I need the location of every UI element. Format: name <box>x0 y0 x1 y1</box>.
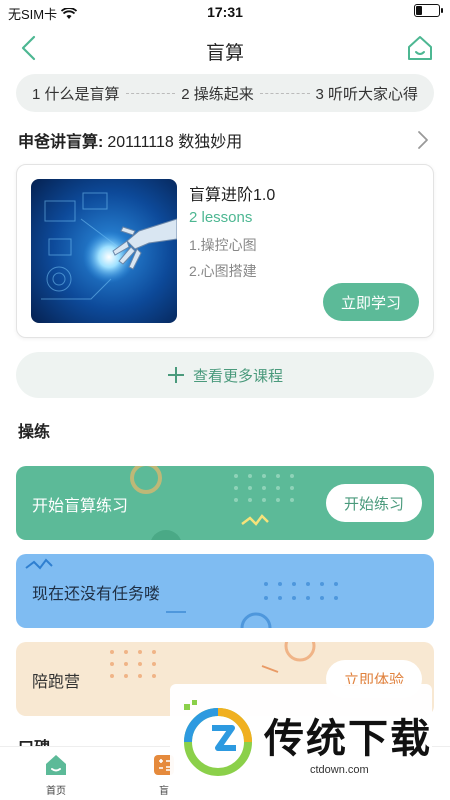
status-bar: 无SIM卡 17:31 <box>0 0 450 24</box>
course-item: 2.心图搭建 <box>189 263 257 279</box>
start-practice-card[interactable]: 开始盲算练习 开始练习 <box>16 466 434 540</box>
course-lesson-count: 2 lessons <box>189 209 253 226</box>
more-courses-label: 查看更多课程 <box>192 367 283 385</box>
ctdown-logo <box>184 700 252 776</box>
home-icon <box>46 755 66 775</box>
course-item: 1.操控心图 <box>189 237 257 253</box>
course-header[interactable]: 申爸讲盲算: 20111118 数独妙用 <box>18 128 432 152</box>
watermark-url: ctdown.com <box>310 764 369 776</box>
practice-section-title: 操练 <box>18 424 51 441</box>
status-time: 17:31 <box>207 4 243 20</box>
nav-bar: 盲算 <box>0 28 450 72</box>
plus-icon <box>167 366 185 384</box>
robot-hand-image <box>31 179 177 323</box>
tasks-label: 现在还没有任务喽 <box>32 586 161 603</box>
course-header-value: 20111118 数独妙用 <box>107 134 243 151</box>
status-right <box>414 4 443 17</box>
more-courses-button[interactable]: 查看更多课程 <box>16 352 434 398</box>
watermark-text: 传统下载 <box>264 717 432 761</box>
battery-icon <box>414 4 443 17</box>
course-header-label: 申爸讲盲算: <box>18 134 104 151</box>
step-2[interactable]: 2 操练起来 <box>181 83 254 104</box>
step-divider <box>259 92 310 94</box>
page-title: 盲算 <box>205 43 244 64</box>
step-divider <box>125 92 176 94</box>
start-practice-label: 开始盲算练习 <box>32 498 129 515</box>
watermark-overlay: 传统下载 ctdown.com <box>170 684 432 796</box>
home-icon[interactable] <box>406 34 434 62</box>
start-practice-button[interactable]: 开始练习 <box>326 484 422 522</box>
course-thumbnail <box>31 179 177 323</box>
tasks-card[interactable]: 现在还没有任务喽 <box>16 554 434 628</box>
course-title: 盲算进阶1.0 <box>189 187 276 204</box>
step-3[interactable]: 3 听听大家心得 <box>316 83 419 104</box>
chevron-right-icon[interactable] <box>416 130 430 150</box>
companion-camp-label: 陪跑营 <box>32 674 81 691</box>
steps-bar: 1 什么是盲算 2 操练起来 3 听听大家心得 <box>16 74 434 112</box>
tab-home[interactable]: 首页 <box>26 753 86 797</box>
start-study-button[interactable]: 立即学习 <box>323 283 419 321</box>
course-card[interactable]: 盲算进阶1.0 2 lessons 1.操控心图 2.心图搭建 立即学习 <box>16 164 434 338</box>
step-1[interactable]: 1 什么是盲算 <box>32 83 120 104</box>
tab-home-label: 首页 <box>46 786 66 797</box>
